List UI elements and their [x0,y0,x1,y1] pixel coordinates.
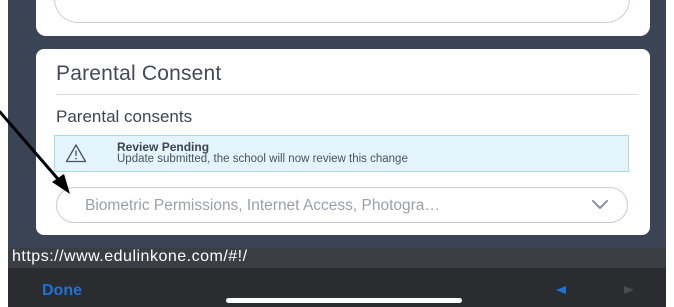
bottom-toolbar: Done [8,268,666,307]
section-label: Parental consents [56,107,193,126]
divider [56,94,638,95]
chevron-down-icon [592,200,608,209]
app-viewport: Parental Consent Parental consents Revie… [8,0,666,307]
previous-field[interactable] [54,0,630,23]
forward-arrow-icon[interactable] [624,286,634,294]
review-pending-alert: Review Pending Update submitted, the sch… [54,135,629,172]
done-button[interactable]: Done [42,282,82,300]
home-indicator [226,298,462,303]
url-text: https://www.edulinkone.com/#!/ [12,248,248,265]
select-value: Biometric Permissions, Internet Access, … [85,197,440,214]
consents-select[interactable]: Biometric Permissions, Internet Access, … [56,187,628,223]
parental-consent-card: Parental Consent Parental consents Revie… [36,49,650,235]
previous-card [36,0,650,36]
alert-title: Review Pending [117,140,210,154]
warning-triangle-icon [65,144,87,163]
card-title: Parental Consent [56,62,222,85]
back-arrow-icon[interactable] [556,286,566,294]
url-bar[interactable]: https://www.edulinkone.com/#!/ [8,248,666,268]
alert-message: Update submitted, the school will now re… [117,153,408,165]
